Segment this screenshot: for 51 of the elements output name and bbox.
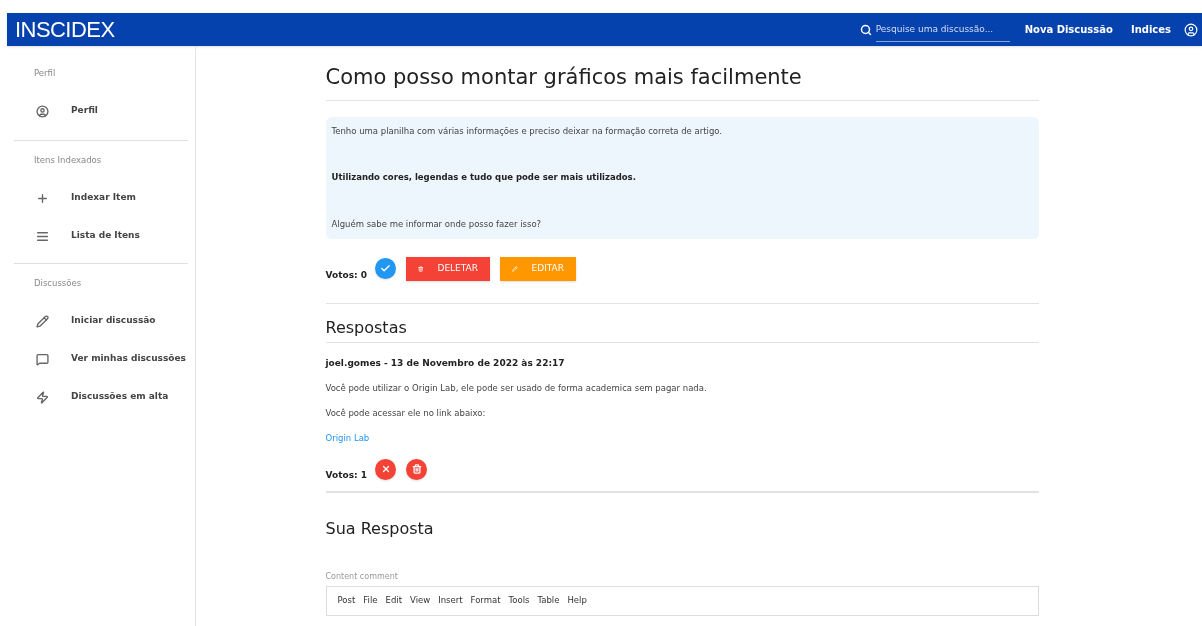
section-title: Perfil — [34, 66, 56, 80]
sidebar-item[interactable]: Iniciar discussão — [14, 302, 188, 340]
sidebar-item[interactable]: Lista de Itens — [14, 217, 188, 255]
menu-item[interactable]: View — [407, 594, 434, 607]
question-text: Utilizando cores, legendas e tudo que pode ser mais utilizados. — [331, 171, 637, 184]
menu-item[interactable]: Tools — [505, 594, 533, 607]
lightning-icon — [36, 390, 49, 404]
answer-text: Você pode utilizar o Origin Lab, ele pode ser usado de forma academica sem pagar nada. — [325, 382, 708, 395]
section-title: Itens Indexados — [34, 153, 102, 167]
logo[interactable]: INSCIDEX — [15, 13, 115, 46]
sidebar-item[interactable]: Ver minhas discussões — [14, 340, 188, 378]
menu-item[interactable]: Help — [564, 594, 590, 607]
sidebar-item[interactable]: Perfil — [14, 92, 188, 130]
check-icon — [380, 262, 391, 274]
menu-item[interactable]: Table — [534, 594, 563, 607]
menu-item[interactable]: File — [360, 594, 381, 607]
menu-item[interactable]: Post — [334, 594, 359, 607]
trash-icon — [411, 464, 422, 474]
delete-button[interactable]: DELETAR — [406, 256, 490, 281]
plus-icon — [36, 191, 49, 205]
votes-count: Votos: 1 — [325, 469, 367, 482]
field-label: Content comment — [325, 570, 399, 583]
search-icon — [859, 23, 872, 36]
question-text: Alguém sabe me informar onde posso fazer isso? — [331, 218, 543, 231]
nav-link[interactable]: Indices — [1130, 22, 1171, 37]
delete-answer-button[interactable] — [406, 458, 427, 480]
unvote-button[interactable] — [375, 458, 396, 480]
account-icon[interactable] — [1184, 22, 1198, 37]
question-title: Como posso montar gráficos mais facilmente — [325, 62, 1039, 101]
pencil-icon — [512, 263, 518, 274]
nav-link[interactable]: Nova Discussão — [1024, 22, 1113, 37]
list-icon — [36, 229, 49, 243]
pencil-icon — [36, 314, 49, 328]
answer-author: joel.gomes - 13 de Novembro de 2022 às 22:17 — [325, 356, 566, 370]
chat-icon — [36, 352, 49, 366]
trash-icon — [418, 263, 424, 274]
votes-count: Votos: 0 — [325, 269, 367, 283]
search-field[interactable]: Pesquise uma discussão... — [875, 17, 1010, 42]
answer-text: Você pode acessar ele no link abaixo: — [325, 407, 487, 420]
menu-item[interactable]: Insert — [435, 594, 466, 607]
sidebar-item[interactable]: Discussões em alta — [14, 378, 188, 416]
menu-item[interactable]: Format — [467, 594, 504, 607]
reply-title: Sua Resposta — [325, 517, 435, 540]
question-text: Tenho uma planilha com várias informações e preciso deixar na formação correta de artigo. — [331, 124, 724, 138]
menu-item[interactable]: Edit — [382, 594, 405, 607]
section-title: Discussões — [34, 276, 82, 290]
answers-title: Respostas — [325, 315, 1039, 343]
close-icon — [380, 464, 391, 474]
upvote-button[interactable] — [375, 257, 396, 279]
sidebar-item[interactable]: Indexar Item — [14, 179, 188, 217]
user-circle-icon — [36, 104, 49, 118]
